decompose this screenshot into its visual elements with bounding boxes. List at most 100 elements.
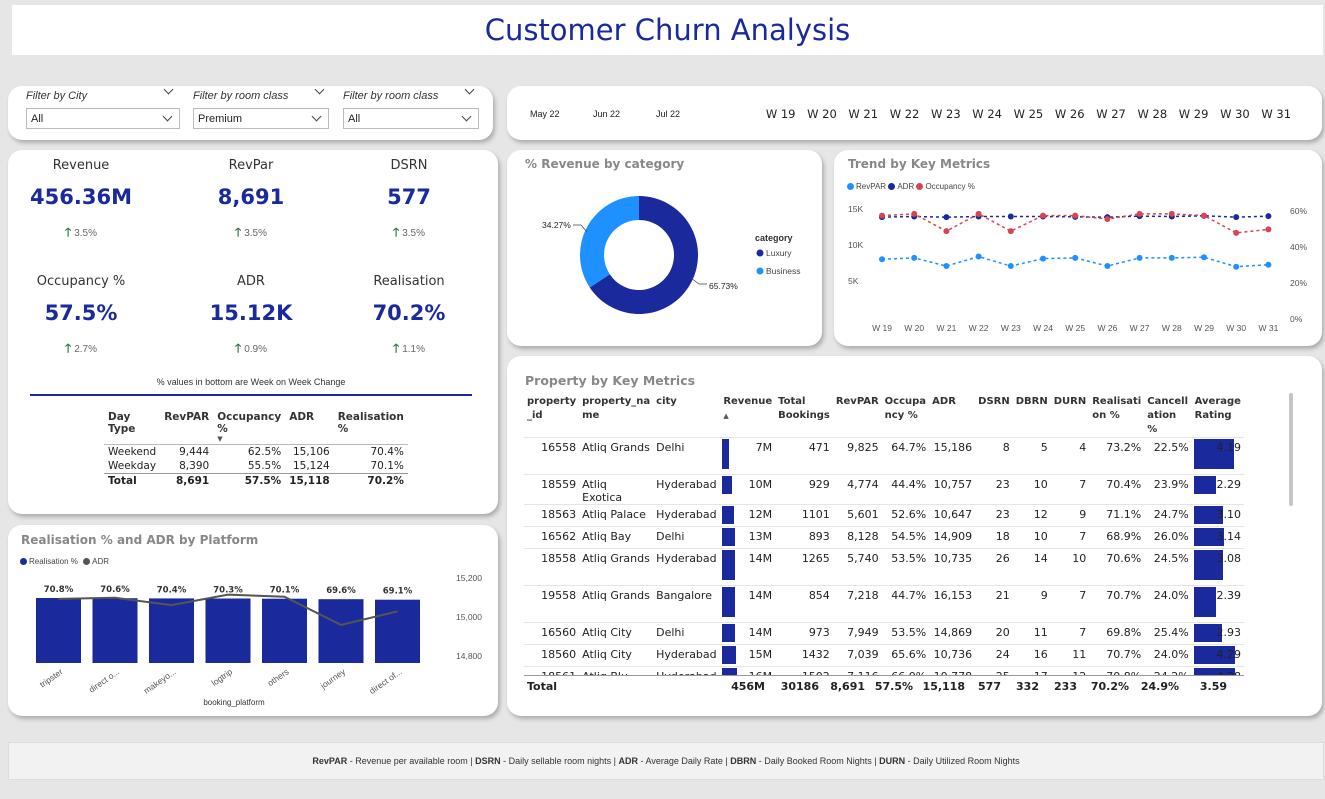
platform-bar[interactable] (375, 599, 420, 663)
trend-point[interactable] (1233, 214, 1240, 221)
filter-city[interactable]: Filter by City All (26, 84, 180, 129)
trend-point[interactable] (1007, 228, 1014, 235)
platform-bar[interactable] (149, 598, 194, 663)
col-header[interactable]: Cancell ation % (1144, 395, 1191, 438)
week-item[interactable]: W 20 (801, 107, 842, 121)
trend-point[interactable] (1136, 210, 1143, 217)
platform-bar[interactable] (262, 598, 307, 663)
week-item[interactable]: W 29 (1173, 107, 1214, 121)
trend-point[interactable] (1104, 263, 1111, 270)
table-row[interactable]: 16558 Atliq Grands Delhi 7M 471 9,825 64.7% 15,… (524, 437, 1244, 475)
trend-point[interactable] (1233, 263, 1240, 270)
trend-point[interactable] (879, 256, 885, 263)
col-header[interactable]: Average Rating (1192, 395, 1244, 438)
trend-point[interactable] (1136, 254, 1143, 261)
legend-label[interactable]: Business (766, 266, 801, 276)
col-header[interactable]: DURN (1051, 395, 1090, 438)
week-item[interactable]: W 21 (843, 107, 884, 121)
table-cell: 73.2% (1089, 437, 1145, 475)
col-header[interactable]: DBRN (1013, 395, 1051, 438)
filter-room-class-2[interactable]: Filter by room class All (343, 84, 479, 129)
trend-point[interactable] (1201, 254, 1207, 261)
trend-point[interactable] (1265, 213, 1272, 220)
col-header[interactable]: ADR (929, 395, 975, 438)
table-row[interactable]: 18560 Atliq City Hyderabad 15M 1432 7,039 65.6… (524, 644, 1244, 667)
table-row[interactable]: 16560 Atliq City Delhi 14M 973 7,949 53.5% 14,8… (524, 622, 1244, 645)
trend-point[interactable] (1104, 216, 1111, 223)
filter-room-class-select[interactable]: Premium (193, 108, 329, 129)
table-cell: 10,757 (929, 474, 976, 505)
filter-city-select[interactable]: All (26, 108, 180, 129)
trend-point[interactable] (943, 228, 950, 235)
week-item[interactable]: W 28 (1132, 107, 1173, 121)
table-row[interactable]: 18559 Atliq Exotica Hyderabad 10M 929 4,774 44… (524, 474, 1244, 505)
week-item[interactable]: W 24 (966, 107, 1007, 121)
table-row[interactable]: 19558 Atliq Grands Bangalore 14M 854 7,218 44.… (524, 585, 1244, 623)
col-header[interactable]: Revenue ▲ (720, 395, 775, 438)
trend-point[interactable] (1072, 212, 1079, 219)
col-header[interactable]: Realisation % (1089, 395, 1144, 438)
platform-bar[interactable] (318, 599, 364, 663)
col-header[interactable]: Day Type (104, 410, 160, 445)
trend-point[interactable] (943, 214, 950, 221)
col-header[interactable]: RevPAR (833, 395, 882, 438)
table-row[interactable]: 18563 Atliq Palace Hyderabad 12M 1101 5,601 52… (524, 504, 1244, 527)
trend-point[interactable] (1233, 229, 1240, 236)
trend-point[interactable] (911, 254, 918, 261)
trend-point[interactable] (879, 212, 885, 219)
platform-bar[interactable] (92, 598, 138, 663)
col-header[interactable]: RevPAR (160, 410, 213, 445)
week-item[interactable]: W 26 (1049, 107, 1090, 121)
col-header[interactable]: Realisation % (334, 410, 408, 445)
week-item[interactable]: W 30 (1214, 107, 1255, 121)
trend-point[interactable] (911, 210, 918, 217)
trend-point[interactable] (1007, 213, 1014, 220)
table-cell: 22.5% (1144, 437, 1192, 475)
trend-point[interactable] (1040, 212, 1046, 219)
trend-point[interactable] (1007, 263, 1014, 270)
month-item[interactable]: Jun 22 (593, 109, 656, 119)
col-header[interactable]: Occupa ncy % (882, 395, 930, 438)
table-cell: 18559 (524, 474, 580, 505)
week-item[interactable]: W 22 (884, 107, 925, 121)
platform-bar[interactable] (36, 598, 81, 663)
trend-point[interactable] (975, 210, 982, 217)
table-cell: 13M (720, 526, 776, 549)
donut-slice[interactable] (580, 196, 639, 288)
trend-point[interactable] (1168, 254, 1175, 261)
table-row[interactable]: 18558 Atliq Grands Hyderabad 14M 1265 5,740 53… (524, 548, 1244, 586)
trend-point[interactable] (943, 263, 950, 270)
table-row[interactable]: 16562 Atliq Bay Delhi 13M 893 8,128 54.5% 14,90… (524, 526, 1244, 549)
filter-room-class-1[interactable]: Filter by room class Premium (193, 84, 329, 129)
week-item[interactable]: W 19 (760, 107, 801, 121)
trend-point[interactable] (1168, 210, 1175, 217)
trend-point[interactable] (1201, 212, 1207, 219)
week-item[interactable]: W 23 (925, 107, 966, 121)
col-header[interactable]: Total Bookings (775, 395, 833, 438)
table-cell: 9,825 (832, 437, 882, 475)
trend-point[interactable] (1265, 226, 1272, 233)
revenue-databar (722, 476, 732, 494)
col-header[interactable]: city (653, 395, 720, 438)
legend-dot-icon (916, 183, 924, 191)
col-header[interactable]: Occupancy % ▼ (213, 410, 285, 445)
col-header[interactable]: property _id (524, 395, 579, 438)
table-scrollbar[interactable] (1289, 393, 1293, 506)
trend-point[interactable] (1072, 254, 1079, 261)
kpi-change: 🡑 3.5% (344, 223, 474, 244)
week-item[interactable]: W 27 (1090, 107, 1131, 121)
week-item[interactable]: W 31 (1256, 107, 1297, 121)
col-header[interactable]: property_na me (579, 395, 653, 438)
trend-point[interactable] (1265, 261, 1272, 268)
col-header[interactable]: ADR (285, 410, 334, 445)
trend-point[interactable] (975, 253, 982, 260)
month-item[interactable]: Jul 22 (656, 109, 719, 119)
week-item[interactable]: W 25 (1008, 107, 1049, 121)
filter-room-class-label: Filter by room class (343, 90, 439, 102)
platform-bar[interactable] (205, 598, 251, 664)
month-item[interactable]: May 22 (530, 109, 593, 119)
filter-room-class-select[interactable]: All (343, 108, 479, 129)
trend-point[interactable] (1040, 255, 1046, 262)
legend-label[interactable]: Luxury (766, 248, 792, 258)
col-header[interactable]: DSRN (975, 395, 1013, 438)
